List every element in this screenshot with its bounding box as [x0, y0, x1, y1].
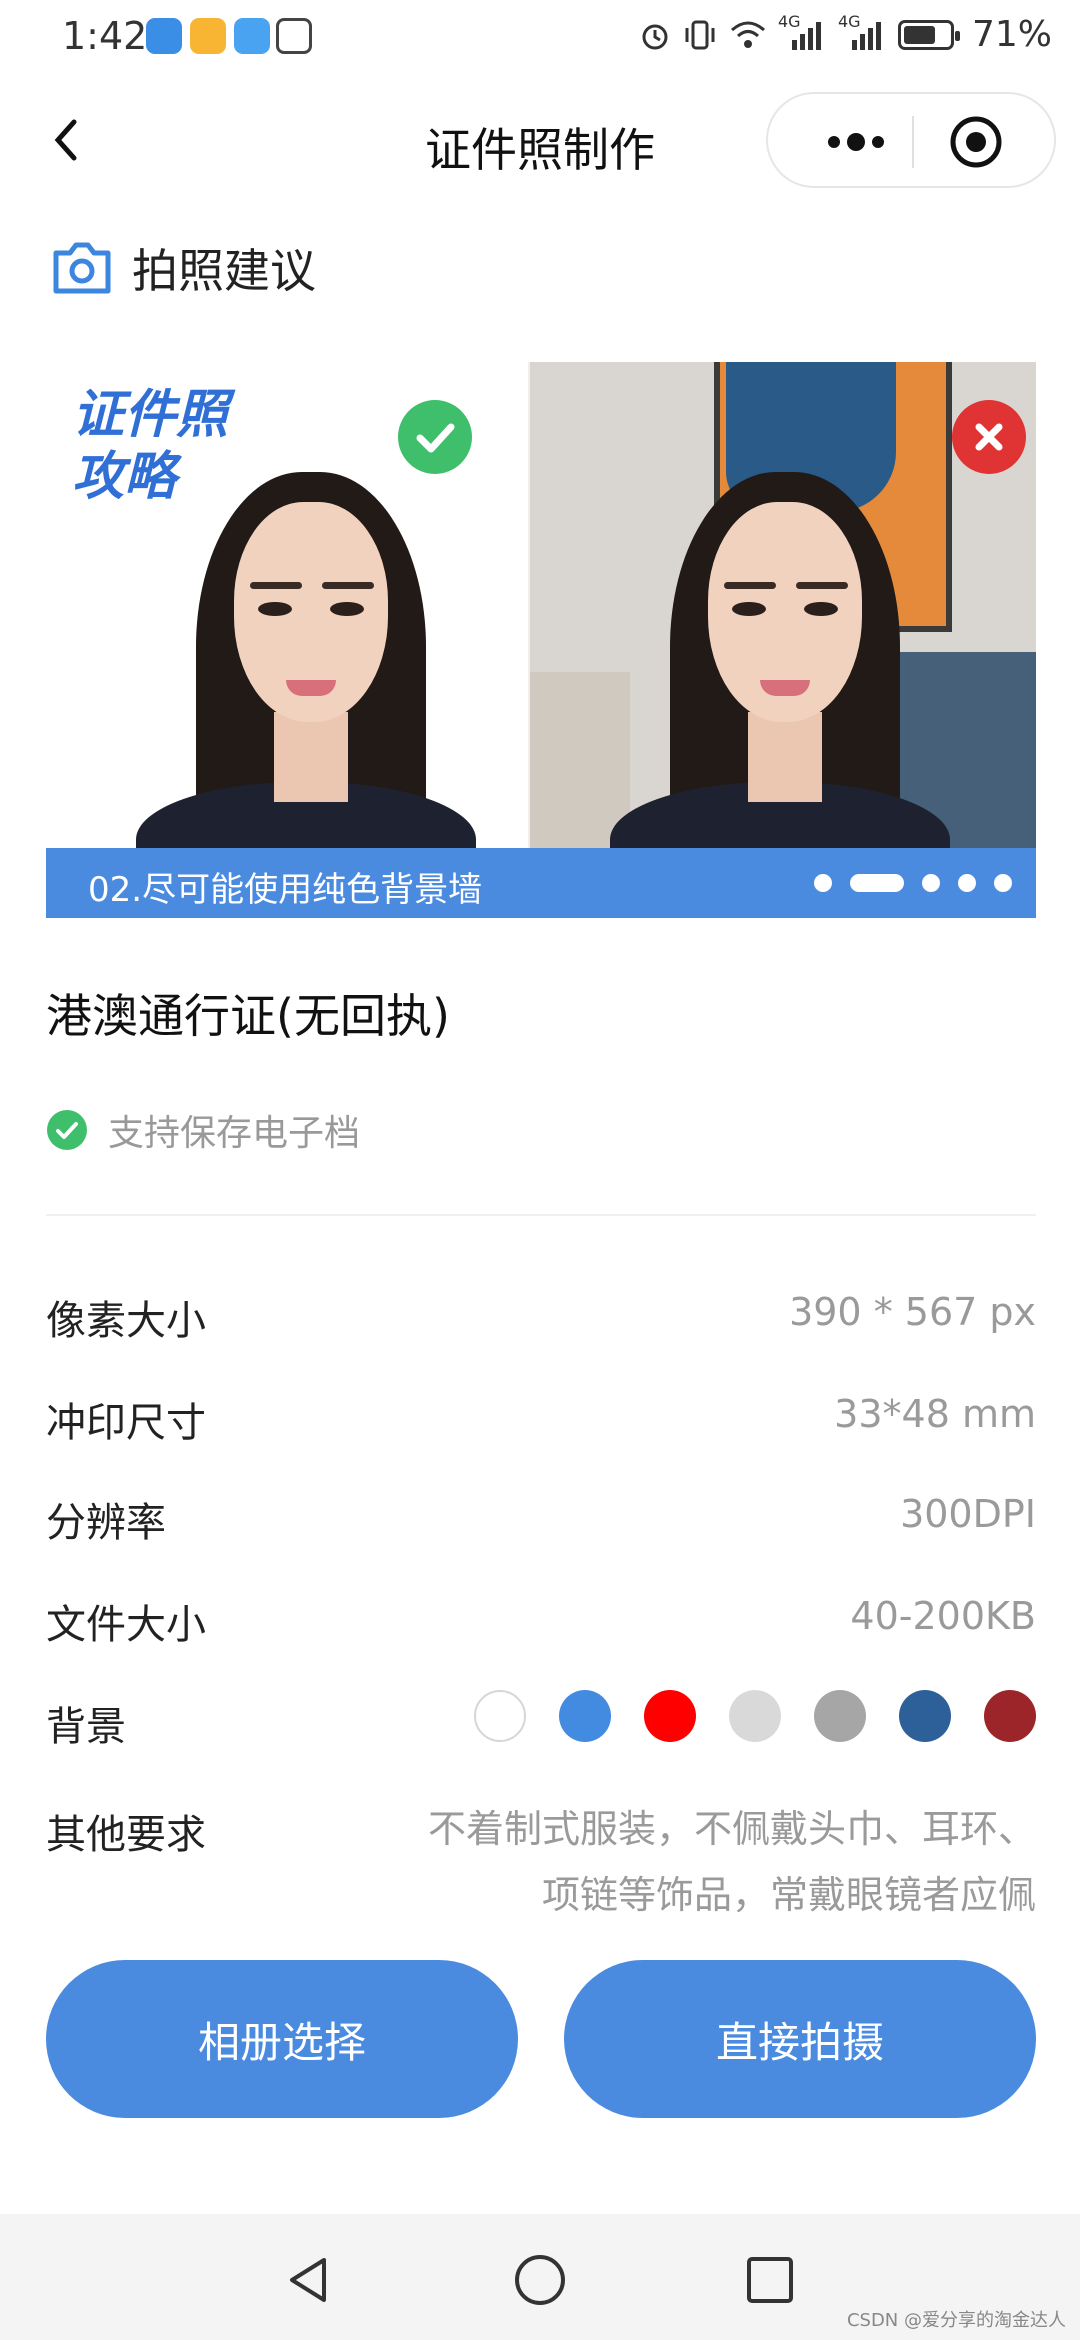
background-color-swatch[interactable]	[899, 1690, 951, 1742]
check-icon	[416, 423, 455, 453]
status-bar: 1:42 4G 4G 71%	[0, 0, 1080, 80]
capsule-divider	[912, 116, 914, 168]
bad-badge	[952, 400, 1026, 474]
signal-2-icon: 4G	[838, 12, 888, 52]
background-color-swatch[interactable]	[474, 1690, 526, 1742]
carousel-dot[interactable]	[922, 874, 940, 892]
banner-caption-bar: 02.尽可能使用纯色背景墙	[46, 848, 1036, 918]
triangle-back-icon[interactable]	[280, 2252, 336, 2308]
nfc-icon	[276, 18, 312, 54]
background-color-swatch[interactable]	[984, 1690, 1036, 1742]
square-recents-icon[interactable]	[742, 2252, 798, 2308]
other-requirements-value: 不着制式服装，不佩戴头巾、耳环、项链等饰品，常戴眼镜者应佩	[427, 1807, 1036, 1917]
bad-example-panel	[530, 362, 1036, 848]
good-example-panel: 证件照 攻略	[46, 362, 528, 848]
product-title: 港澳通行证(无回执)	[46, 989, 450, 1043]
vibrate-icon	[685, 20, 715, 49]
banner-caption: 02.尽可能使用纯色背景墙	[88, 870, 483, 910]
spec-row-print-size: 冲印尺寸 33*48 mm	[46, 1390, 1036, 1450]
spec-key: 像素大小	[46, 1298, 206, 1344]
take-photo-button[interactable]: 直接拍摄	[564, 1960, 1036, 2118]
carousel-dots[interactable]	[814, 874, 1012, 892]
battery-icon	[897, 19, 960, 50]
mini-program-capsule	[766, 92, 1056, 188]
spec-row-pixel-size: 像素大小 390 * 567 px	[46, 1288, 1036, 1348]
spec-key: 冲印尺寸	[46, 1400, 206, 1446]
portrait-brow	[724, 582, 776, 589]
spec-value: 390 * 567 px	[789, 1290, 1036, 1334]
camera-icon	[53, 242, 111, 294]
signal-2-label: 4G	[837, 11, 861, 31]
divider	[46, 1214, 1036, 1216]
target-close-icon[interactable]	[948, 114, 1004, 170]
section-header: 拍照建议	[50, 236, 316, 300]
background-color-swatch[interactable]	[729, 1690, 781, 1742]
portrait-eye	[330, 602, 364, 616]
spec-key: 文件大小	[46, 1602, 206, 1648]
album-select-button[interactable]: 相册选择	[46, 1960, 518, 2118]
banner-overlay-title-line2: 攻略	[72, 447, 177, 507]
spec-value: 300DPI	[900, 1492, 1036, 1536]
spec-key: 背景	[46, 1704, 126, 1750]
spec-row-file-size: 文件大小 40-200KB	[46, 1592, 1036, 1652]
background-lamp	[530, 672, 630, 848]
portrait-eye	[804, 602, 838, 616]
signal-1-label: 4G	[777, 11, 801, 31]
feature-label: 支持保存电子档	[108, 1113, 361, 1154]
background-color-swatch[interactable]	[559, 1690, 611, 1742]
portrait-brow	[250, 582, 302, 589]
cloud-app-icon	[234, 18, 270, 54]
wifi-icon	[730, 21, 765, 48]
battery-fill	[903, 25, 935, 44]
spec-value: 33*48 mm	[834, 1392, 1036, 1436]
carousel-dot[interactable]	[814, 874, 832, 892]
tips-banner[interactable]: 证件照 攻略 02.尽可能使用纯色背景墙	[46, 362, 1036, 918]
background-color-swatch[interactable]	[814, 1690, 866, 1742]
portrait-eye	[258, 602, 292, 616]
good-badge	[398, 400, 472, 474]
battery-percent: 71%	[971, 14, 1052, 55]
portrait-brow	[796, 582, 848, 589]
other-requirements-key: 其他要求	[46, 1812, 206, 1858]
carousel-dot-active[interactable]	[850, 874, 904, 892]
watermark: CSDN @爱分享的淘金达人	[846, 2310, 1066, 2331]
status-right-group: 4G 4G 71%	[638, 12, 1052, 55]
system-nav-bar: CSDN @爱分享的淘金达人	[0, 2214, 1080, 2340]
banner-overlay-title-line1: 证件照	[72, 385, 229, 445]
nav-bar: 证件照制作	[0, 80, 1080, 200]
portrait-eye	[732, 602, 766, 616]
spec-row-resolution: 分辨率 300DPI	[46, 1490, 1036, 1550]
background-color-swatch[interactable]	[644, 1690, 696, 1742]
spec-row-background: 背景	[46, 1690, 1036, 1754]
check-circle-icon	[47, 1110, 87, 1150]
alarm-icon	[642, 24, 668, 49]
portrait-brow	[322, 582, 374, 589]
signal-1-icon: 4G	[778, 12, 828, 52]
more-dots-icon[interactable]	[808, 118, 904, 166]
carousel-dot[interactable]	[994, 874, 1012, 892]
portrait-neck	[274, 712, 348, 802]
circle-home-icon[interactable]	[512, 2252, 568, 2308]
cross-icon	[975, 423, 1003, 451]
section-title: 拍照建议	[132, 244, 316, 298]
background-swatches	[474, 1690, 1036, 1742]
spec-value: 40-200KB	[850, 1594, 1036, 1638]
status-time: 1:42	[62, 14, 148, 58]
page: 1:42 4G 4G 71% 证件照制作 拍照建议 证件照 攻略 02.尽可能使…	[0, 0, 1080, 2340]
weibo-app-icon	[190, 18, 226, 54]
weather-app-icon	[146, 18, 182, 54]
banner-overlay-title: 证件照 攻略	[72, 384, 312, 508]
carousel-dot[interactable]	[958, 874, 976, 892]
portrait-neck	[748, 712, 822, 802]
feature-item: 支持保存电子档	[46, 1104, 360, 1156]
spec-key: 分辨率	[46, 1500, 166, 1546]
